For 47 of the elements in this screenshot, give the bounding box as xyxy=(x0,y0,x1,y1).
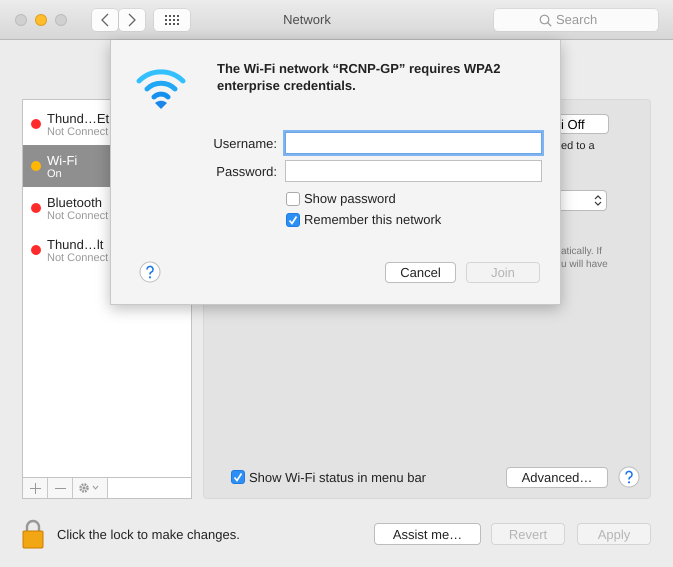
help-button[interactable] xyxy=(618,466,640,488)
note-text: u will have xyxy=(561,258,608,271)
wifi-button[interactable]: i Off xyxy=(561,114,609,134)
service-status: On xyxy=(47,168,63,180)
checkbox[interactable] xyxy=(286,192,300,206)
service-status: Not Connect xyxy=(47,126,110,138)
service-name: Thund…Et xyxy=(47,110,110,126)
plus-icon xyxy=(30,482,40,494)
field-label: Username: xyxy=(212,136,277,150)
forward-button[interactable] xyxy=(119,8,145,30)
advanced-button[interactable]: Advanced… xyxy=(506,466,608,488)
checkbox[interactable] xyxy=(231,470,245,484)
checkbox[interactable] xyxy=(286,212,300,226)
close-button[interactable] xyxy=(15,14,27,26)
show-all-button[interactable] xyxy=(154,8,190,30)
checkbox-label: Show Wi-Fi status in menu bar xyxy=(249,470,426,484)
lock-message: Click the lock to make changes. xyxy=(57,526,240,542)
remove-button[interactable] xyxy=(48,478,73,498)
sheet-message: The Wi-Fi network “RCNP-GP” requires WPA2 enterprise credentials. xyxy=(217,60,502,95)
footer-button[interactable]: Assist me… xyxy=(374,523,481,545)
chevron-right-icon xyxy=(128,12,136,26)
zoom-button[interactable] xyxy=(55,14,67,26)
search-field[interactable]: Search xyxy=(494,8,658,30)
service-status: Not Connect xyxy=(47,210,108,222)
checkbox-label: Remember this network xyxy=(304,212,442,227)
gear-menu-button[interactable] xyxy=(73,478,108,498)
input-field[interactable] xyxy=(285,160,542,182)
service-status: Not Connect xyxy=(47,252,108,264)
service-name: Thund…lt xyxy=(47,236,104,252)
lock-icon[interactable] xyxy=(22,519,44,549)
checkbox-label: Show password xyxy=(304,191,396,206)
status-text: ed to a xyxy=(561,140,595,152)
window-title: Network xyxy=(282,12,332,27)
network-select[interactable] xyxy=(561,190,607,211)
chevron-left-icon xyxy=(101,12,109,26)
chevron-icon xyxy=(594,194,602,207)
note-text: atically. If xyxy=(561,245,602,258)
sheet-button[interactable]: Cancel xyxy=(385,262,456,282)
input-field[interactable] xyxy=(285,132,542,154)
minimize-button[interactable] xyxy=(35,14,47,26)
service-name: Wi-Fi xyxy=(47,152,78,168)
back-button[interactable] xyxy=(92,8,118,30)
service-name: Bluetooth xyxy=(47,194,103,210)
field-label: Password: xyxy=(215,164,277,178)
grid-icon xyxy=(164,14,180,26)
help-button[interactable] xyxy=(139,261,161,283)
add-button[interactable] xyxy=(23,478,48,498)
